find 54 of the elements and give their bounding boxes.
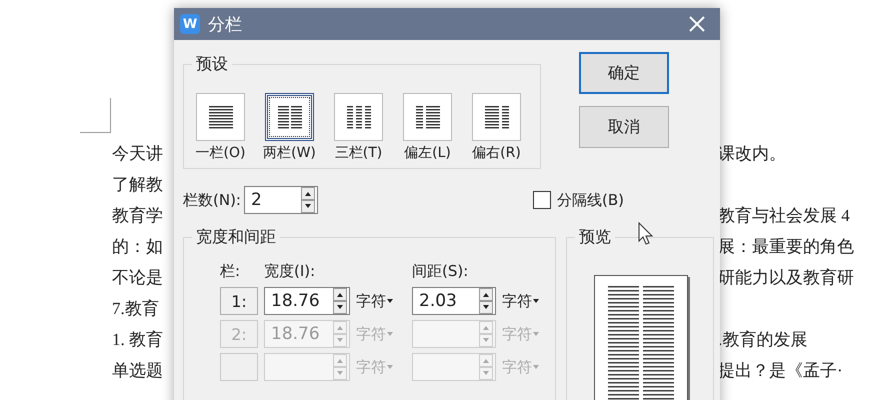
spin-arrows-icon	[479, 288, 493, 314]
column-number-box	[220, 353, 258, 381]
column-number: 1:	[220, 287, 258, 315]
column-header: 栏:	[220, 262, 242, 282]
caret-icon	[387, 332, 393, 336]
column-number: 2:	[220, 320, 258, 348]
number-field[interactable]: 18.76	[264, 287, 350, 315]
column-header: 间距(S):	[412, 262, 470, 282]
caret-icon	[533, 299, 539, 303]
page-corner-mark	[80, 98, 111, 133]
layout-label: 三栏(T)	[334, 144, 382, 162]
column-header: 宽度(I):	[264, 262, 316, 282]
close-button[interactable]	[688, 15, 706, 33]
app-logo: W	[180, 14, 200, 34]
spin-arrows-icon	[333, 321, 347, 347]
dialog-button[interactable]: 确定	[579, 52, 669, 94]
close-icon	[688, 15, 706, 33]
document-text: 不论是	[112, 267, 163, 289]
field-label: 栏数(N):	[183, 190, 241, 210]
caret-icon	[387, 365, 393, 369]
layout-label: 偏右(R)	[472, 144, 521, 162]
document-text: 课改内。	[718, 143, 786, 165]
number-field: 18.76	[264, 320, 350, 348]
caret-icon	[533, 332, 539, 336]
number-field[interactable]: 2.03	[412, 287, 496, 315]
document-text: 展：最重要的角色	[718, 236, 854, 258]
unit-dropdown[interactable]: 字符	[356, 292, 393, 310]
caret-icon	[387, 299, 393, 303]
layout-option[interactable]	[403, 93, 452, 141]
number-field[interactable]: 2	[244, 186, 318, 214]
layout-label: 偏左(L)	[404, 144, 451, 162]
spin-arrows-icon	[333, 288, 347, 314]
document-text: 单选题	[112, 360, 163, 382]
dialog-button[interactable]: 取消	[579, 106, 669, 148]
unit-dropdown[interactable]: 字符	[502, 292, 539, 310]
layout-option[interactable]	[196, 93, 245, 141]
layout-label: 一栏(O)	[196, 144, 246, 162]
document-text: 今天讲	[112, 143, 163, 165]
document-text: 了解教	[112, 174, 163, 196]
checkbox[interactable]	[532, 191, 551, 209]
document-text: 研能力以及教育研	[718, 267, 854, 289]
checkbox-label: 分隔线(B)	[556, 190, 624, 210]
document-text: 的：如	[112, 236, 163, 258]
document-text: 7.教育	[112, 298, 159, 320]
layout-option[interactable]	[334, 93, 383, 141]
document-text: 1. 教育	[112, 329, 163, 351]
layout-option[interactable]	[265, 93, 314, 141]
mouse-cursor-icon	[638, 222, 654, 246]
document-text: 教育学	[112, 205, 163, 227]
caret-icon	[533, 365, 539, 369]
window-title: 分栏	[208, 14, 243, 36]
layout-label: 两栏(W)	[263, 144, 316, 162]
layout-option[interactable]	[472, 93, 521, 141]
spin-arrows-icon	[300, 187, 315, 213]
